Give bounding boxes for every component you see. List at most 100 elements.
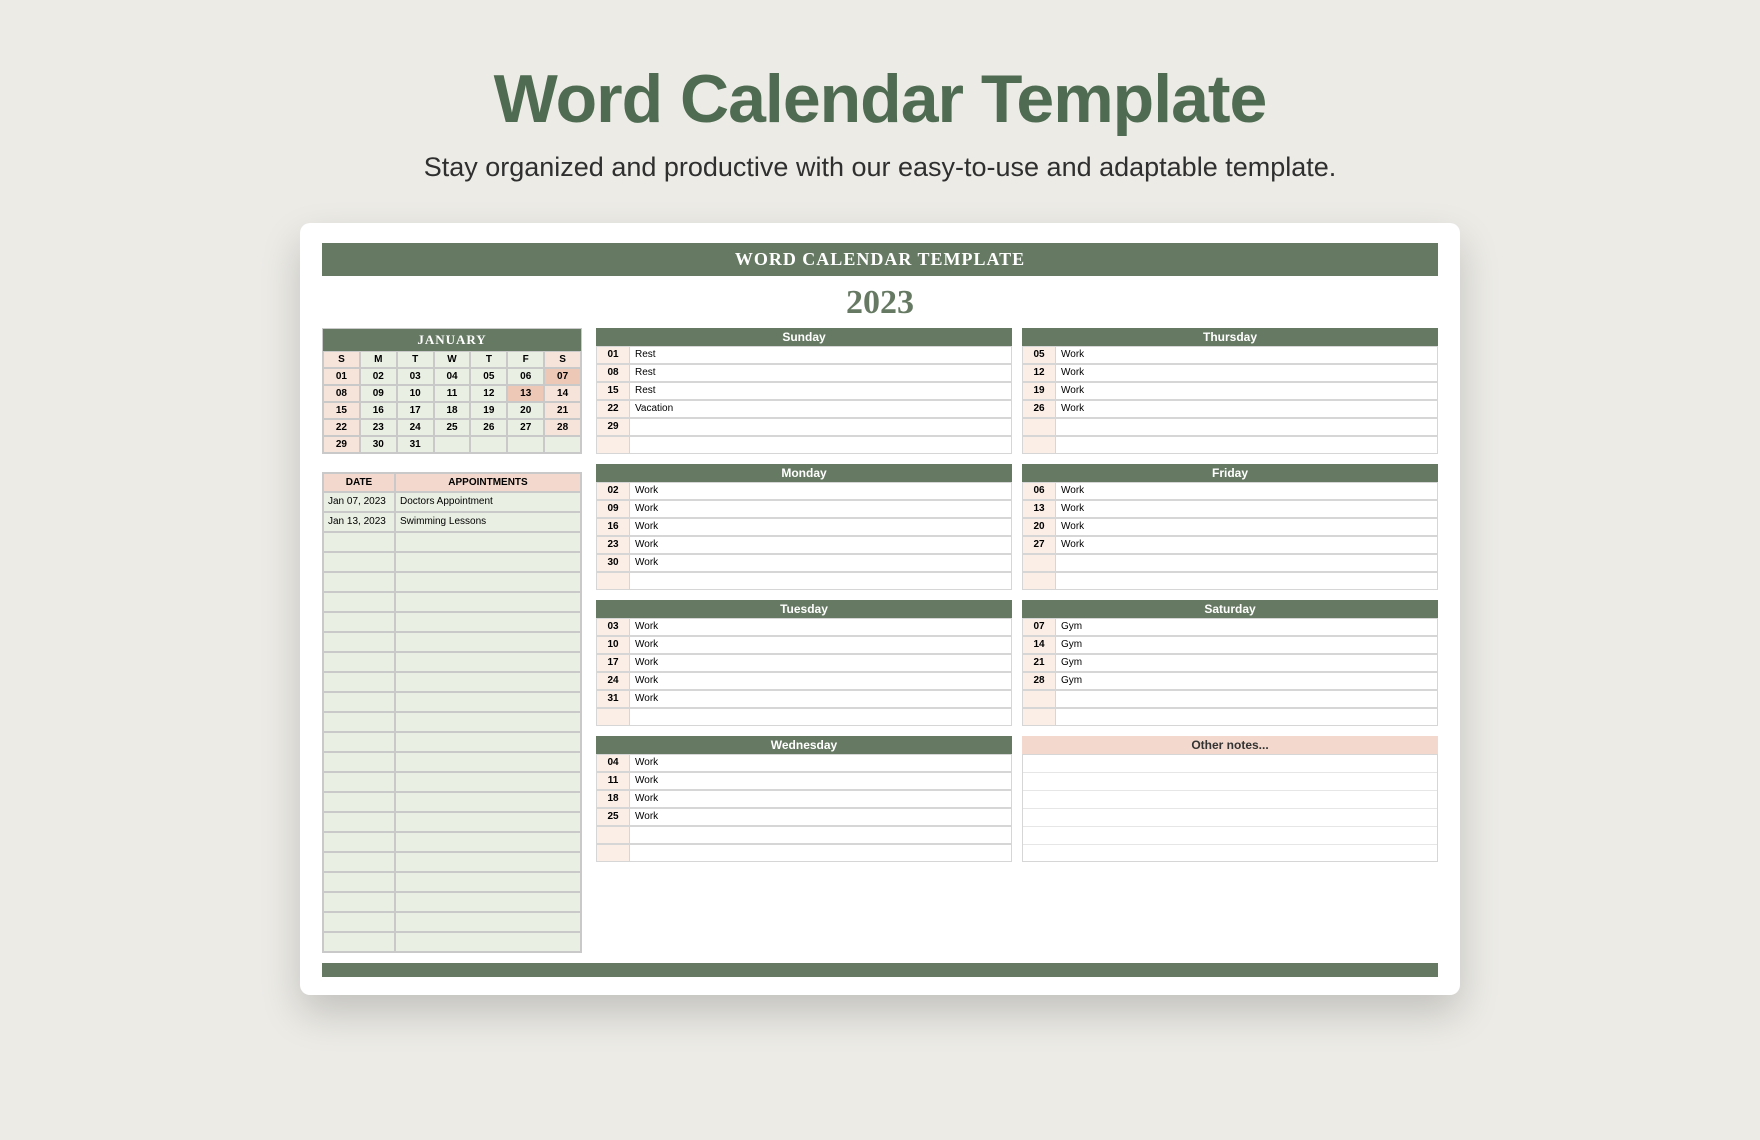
entry-date: 29 [596,418,630,436]
appt-text-cell [395,912,581,932]
notes-body [1022,754,1438,862]
entry-date: 15 [596,382,630,400]
mini-day-cell: 25 [434,419,471,436]
entry-text: Work [630,808,1012,826]
mini-day-cell: 10 [397,385,434,402]
entry-date: 06 [1022,482,1056,500]
entry-text: Rest [630,364,1012,382]
entry-text [1056,436,1438,454]
entry-text: Rest [630,346,1012,364]
entry-date: 02 [596,482,630,500]
entry-date: 19 [1022,382,1056,400]
entry-date [1022,436,1056,454]
appt-text-cell [395,532,581,552]
entry-date [1022,554,1056,572]
appt-text-cell [395,832,581,852]
appt-text-cell [395,692,581,712]
day-block-title: Friday [1022,464,1438,482]
mini-day-cell: 18 [434,402,471,419]
entry-text: Work [630,500,1012,518]
entry-date: 17 [596,654,630,672]
appt-text-cell [395,632,581,652]
mini-calendar: JANUARY SMTWTFS 010203040506070809101112… [322,328,582,454]
entry-date: 27 [1022,536,1056,554]
mini-day-cell: 14 [544,385,581,402]
appt-text-cell: Doctors Appointment [395,492,581,512]
entry-text [630,572,1012,590]
entry-date [596,572,630,590]
appt-date-cell: Jan 07, 2023 [323,492,395,512]
mini-dow-cell: M [360,351,397,368]
entry-text: Work [630,482,1012,500]
entry-text [1056,708,1438,726]
mini-day-cell: 16 [360,402,397,419]
day-block-tuesday: Tuesday03Work10Work17Work24Work31Work [596,600,1012,726]
appt-text-cell [395,552,581,572]
appt-text-cell [395,792,581,812]
appt-date-cell [323,732,395,752]
mini-day-cell: 22 [323,419,360,436]
entry-text [630,844,1012,862]
entry-date: 23 [596,536,630,554]
entry-date: 20 [1022,518,1056,536]
entry-text: Rest [630,382,1012,400]
entry-date: 08 [596,364,630,382]
appt-text-cell [395,892,581,912]
entry-date: 12 [1022,364,1056,382]
appt-text-cell [395,592,581,612]
entry-text [1056,418,1438,436]
entry-date [596,708,630,726]
mini-day-cell: 28 [544,419,581,436]
mini-day-cell: 23 [360,419,397,436]
appt-date-cell [323,852,395,872]
entry-date: 04 [596,754,630,772]
entry-text: Work [1056,400,1438,418]
entry-date: 10 [596,636,630,654]
entry-text: Gym [1056,636,1438,654]
mini-day-cell: 21 [544,402,581,419]
entry-text: Work [630,754,1012,772]
day-block-saturday: Saturday07Gym14Gym21Gym28Gym [1022,600,1438,726]
entry-text: Work [630,518,1012,536]
entry-date: 16 [596,518,630,536]
mini-day-cell: 09 [360,385,397,402]
appt-date-cell [323,572,395,592]
entry-text: Work [630,654,1012,672]
entry-text: Work [630,554,1012,572]
entry-date [596,826,630,844]
day-block-sunday: Sunday01Rest08Rest15Rest22Vacation29 [596,328,1012,454]
mini-day-cell [470,436,507,453]
mini-day-cell [434,436,471,453]
entry-date [1022,572,1056,590]
appt-date-cell [323,792,395,812]
entry-date [1022,418,1056,436]
entry-text: Work [630,618,1012,636]
entry-date: 31 [596,690,630,708]
appt-text-cell [395,812,581,832]
entry-date: 24 [596,672,630,690]
mini-day-cell: 13 [507,385,544,402]
mini-dow-cell: W [434,351,471,368]
entry-date: 30 [596,554,630,572]
entry-date [596,844,630,862]
day-block-friday: Friday06Work13Work20Work27Work [1022,464,1438,590]
entry-text: Work [1056,500,1438,518]
mini-day-cell [544,436,581,453]
appt-date-cell [323,532,395,552]
appt-date-cell [323,812,395,832]
mini-day-cell: 26 [470,419,507,436]
entry-text: Work [1056,364,1438,382]
appt-text-cell [395,652,581,672]
mini-day-cell: 15 [323,402,360,419]
appt-text-cell [395,712,581,732]
mini-day-cell: 20 [507,402,544,419]
entry-text: Work [630,690,1012,708]
entry-date [1022,690,1056,708]
entry-date: 07 [1022,618,1056,636]
appt-date-cell: Jan 13, 2023 [323,512,395,532]
page-subtitle: Stay organized and productive with our e… [424,152,1337,183]
day-block-title: Thursday [1022,328,1438,346]
mini-day-cell: 02 [360,368,397,385]
entry-text: Work [630,790,1012,808]
entry-text [1056,554,1438,572]
